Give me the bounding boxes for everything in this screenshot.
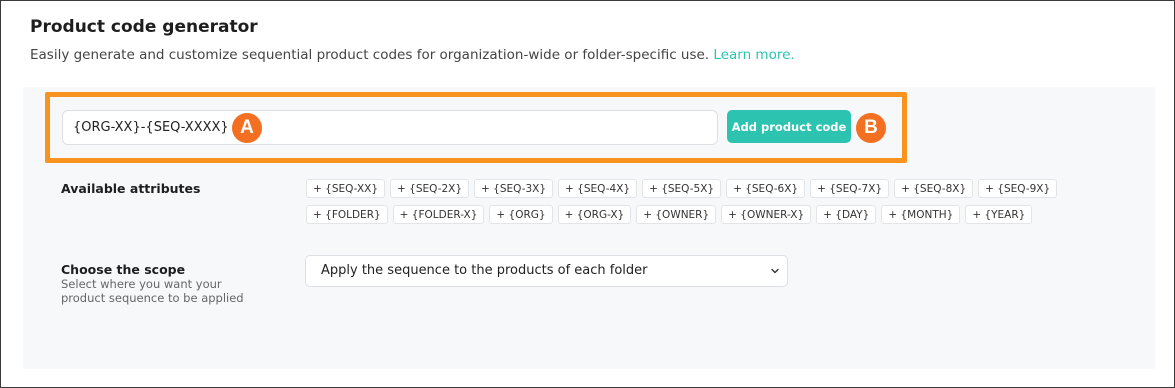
scope-select[interactable]: Apply the sequence to the products of ea… — [305, 255, 788, 287]
attribute-chip[interactable]: + {SEQ-XX} — [306, 179, 386, 198]
scope-help-text: Select where you want your product seque… — [61, 277, 244, 305]
attribute-chip[interactable]: + {FOLDER} — [306, 205, 388, 224]
callout-badge-b: B — [856, 113, 886, 143]
choose-scope-label: Choose the scope — [61, 262, 186, 277]
attribute-chip[interactable]: + {SEQ-3X} — [474, 179, 554, 198]
chevron-down-icon — [771, 268, 779, 274]
attribute-chip[interactable]: + {SEQ-7X} — [810, 179, 890, 198]
attribute-chip[interactable]: + {YEAR} — [965, 205, 1033, 224]
attribute-chip[interactable]: + {OWNER-X} — [721, 205, 812, 224]
attribute-chip[interactable]: + {MONTH} — [881, 205, 961, 224]
attribute-chip[interactable]: + {FOLDER-X} — [392, 205, 485, 224]
subtitle-text: Easily generate and customize sequential… — [30, 47, 710, 63]
attribute-chip[interactable]: + {SEQ-5X} — [642, 179, 722, 198]
attribute-chip[interactable]: + {ORG} — [489, 205, 553, 224]
learn-more-link[interactable]: Learn more. — [713, 47, 794, 63]
attribute-chip[interactable]: + {SEQ-9X} — [978, 179, 1058, 198]
page-subtitle: Easily generate and customize sequential… — [30, 47, 795, 63]
available-attributes-label: Available attributes — [61, 181, 201, 196]
attribute-chip[interactable]: + {SEQ-4X} — [558, 179, 638, 198]
attribute-chips: + {SEQ-XX} + {SEQ-2X} + {SEQ-3X} + {SEQ-… — [306, 179, 1106, 231]
attribute-chip-row: + {SEQ-XX} + {SEQ-2X} + {SEQ-3X} + {SEQ-… — [306, 179, 1106, 198]
attribute-chip[interactable]: + {ORG-X} — [557, 205, 632, 224]
attribute-chip-row: + {FOLDER} + {FOLDER-X} + {ORG} + {ORG-X… — [306, 205, 1106, 224]
page-title: Product code generator — [30, 17, 258, 37]
app-frame: Product code generator Easily generate a… — [0, 0, 1175, 388]
attribute-chip[interactable]: + {SEQ-2X} — [390, 179, 470, 198]
callout-badge-a: A — [232, 113, 262, 143]
attribute-chip[interactable]: + {DAY} — [816, 205, 877, 224]
callout-highlight-box — [45, 92, 907, 163]
attribute-chip[interactable]: + {SEQ-8X} — [894, 179, 974, 198]
attribute-chip[interactable]: + {SEQ-6X} — [726, 179, 806, 198]
attribute-chip[interactable]: + {OWNER} — [636, 205, 717, 224]
scope-selected-value: Apply the sequence to the products of ea… — [321, 263, 648, 278]
